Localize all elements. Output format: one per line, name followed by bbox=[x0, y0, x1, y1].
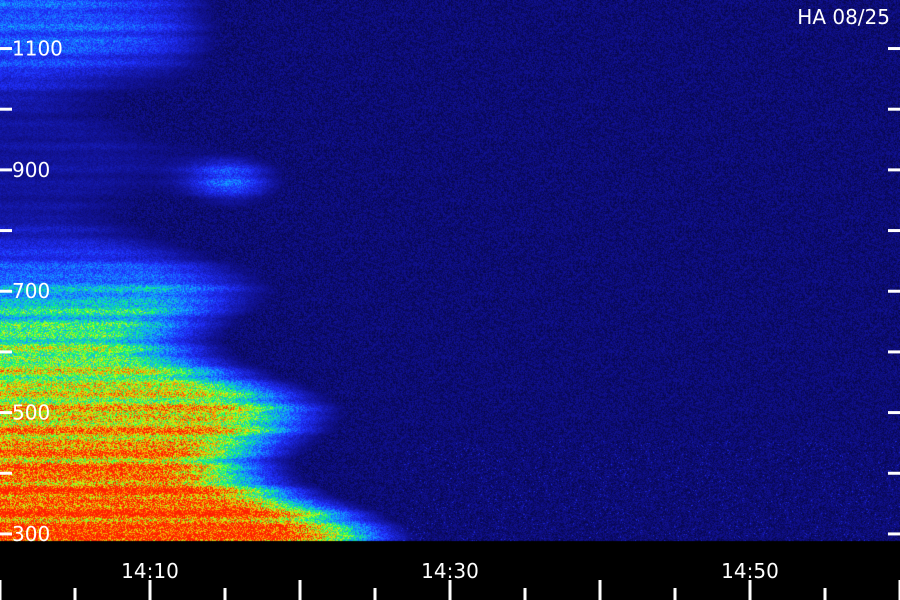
y-tick-label: 500 bbox=[12, 401, 50, 425]
x-tick-label: 14:10 bbox=[121, 559, 179, 583]
chart-axes: 300 500 700 900 1100 14:10 14:30 14:50 HA 08/2… bbox=[0, 5, 900, 600]
x-axis: 14:10 14:30 14:50 bbox=[0, 559, 900, 600]
chart-title: HA 08/25 bbox=[797, 5, 890, 29]
y-tick-label: 300 bbox=[12, 522, 50, 546]
y-axis: 300 500 700 900 1100 bbox=[0, 37, 900, 546]
y-tick-label: 700 bbox=[12, 279, 50, 303]
y-tick-label: 900 bbox=[12, 158, 50, 182]
x-tick-label: 14:30 bbox=[421, 559, 479, 583]
x-tick-label: 14:50 bbox=[721, 559, 779, 583]
y-tick-label: 1100 bbox=[12, 37, 63, 61]
